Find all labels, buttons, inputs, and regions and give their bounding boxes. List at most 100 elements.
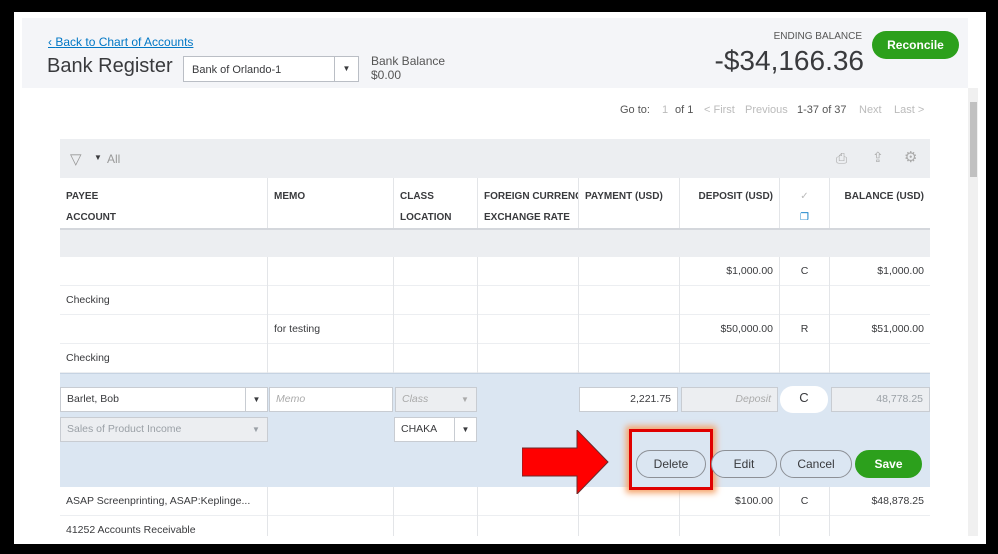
filter-icon[interactable]: ▽ [70,150,82,168]
cell-empty [478,344,579,373]
gear-icon[interactable]: ⚙ [904,148,917,166]
last-link[interactable]: Last > [894,104,924,116]
filter-value[interactable]: All [107,152,120,166]
cancel-button[interactable]: Cancel [780,450,852,478]
cell-empty [394,315,478,344]
col-class[interactable]: CLASS LOCATION [394,178,478,228]
cell-empty [780,516,830,536]
table-row[interactable]: Checking [60,344,930,373]
page-input[interactable]: 1 [662,104,668,116]
cell-empty [579,344,680,373]
cell-empty [579,286,680,315]
account-select[interactable]: Bank of Orlando-1 ▼ [183,56,359,82]
col-deposit[interactable]: DEPOSIT (USD) [680,178,780,228]
cell-empty [780,286,830,315]
table-row[interactable]: 41252 Accounts Receivable [60,516,930,536]
export-icon[interactable]: ⇪ [872,149,884,166]
cell-empty [830,516,930,536]
reconcile-button[interactable]: Reconcile [872,31,959,59]
cell-empty [579,257,680,286]
deposit-field[interactable]: Deposit [681,387,778,412]
table-toolbar: ▽ ▼ All ⎙ ⇪ ⚙ [60,139,930,178]
cell-empty [780,344,830,373]
cell-empty [478,315,579,344]
cell-memo [268,257,394,286]
ending-balance: -$34,166.36 [714,45,864,76]
ending-balance-label: ENDING BALANCE [773,31,862,42]
cell-empty [394,516,478,536]
cell-status: C [780,487,830,516]
chevron-down-icon[interactable]: ▼ [245,388,267,411]
cell-empty [478,257,579,286]
chevron-down-icon: ▼ [461,395,469,404]
cell-empty [478,516,579,536]
delete-button[interactable]: Delete [636,450,706,478]
cell-status: R [780,315,830,344]
scrollbar-thumb[interactable] [970,102,977,177]
chevron-down-icon: ▼ [252,425,260,434]
bank-register-page: ‹ Back to Chart of Accounts Bank Registe… [22,18,978,536]
copy-icon[interactable]: ❐ [786,207,823,228]
cell-balance: $51,000.00 [871,323,924,335]
status-toggle[interactable]: C [780,386,828,413]
cell-empty [394,286,478,315]
cell-memo [268,487,394,516]
payment-field[interactable]: 2,221.75 [579,387,678,412]
location-field[interactable]: CHAKA ▼ [394,417,477,442]
cell-payee [60,315,268,344]
cell-empty [680,344,780,373]
blank-row [60,228,930,257]
next-link[interactable]: Next [859,104,882,116]
cell-empty [830,344,930,373]
col-status[interactable]: ✓ ❐ [780,178,830,228]
cell-account: Checking [60,344,268,373]
account-field[interactable]: Sales of Product Income ▼ [60,417,268,442]
chevron-down-icon[interactable]: ▼ [454,418,476,441]
back-link[interactable]: ‹ Back to Chart of Accounts [48,35,193,49]
cell-account: 41252 Accounts Receivable [60,516,268,536]
cell-status: C [780,257,830,286]
cell-empty [394,344,478,373]
cell-balance: $48,878.25 [871,495,924,507]
first-link[interactable]: < First [704,104,735,116]
cell-deposit: $1,000.00 [680,257,780,286]
col-foreign-currency[interactable]: FOREIGN CURRENCY EXCHANGE RATE [478,178,579,228]
cell-empty [830,286,930,315]
page-title: Bank Register [47,55,173,77]
cell-balance: $1,000.00 [877,265,924,277]
goto-label: Go to: [620,104,650,116]
cell-empty [268,344,394,373]
cell-payee: ASAP Screenprinting, ASAP:Keplinge... [60,487,268,516]
cell-empty [680,516,780,536]
save-button[interactable]: Save [855,450,922,478]
cell-deposit: $50,000.00 [680,315,780,344]
cell-payee [60,257,268,286]
payee-field[interactable]: Barlet, Bob ▼ [60,387,268,412]
caret-down-icon[interactable]: ▼ [94,153,102,162]
bank-balance: Bank Balance $0.00 [371,54,446,82]
cell-empty [268,286,394,315]
page-count: of 1 [675,104,694,116]
cell-empty [478,286,579,315]
col-payee[interactable]: PAYEE ACCOUNT [60,178,268,228]
table-row[interactable]: Checking [60,286,930,315]
class-field[interactable]: Class ▼ [395,387,477,412]
cell-empty [394,257,478,286]
print-icon[interactable]: ⎙ [836,150,847,167]
memo-field[interactable]: Memo [269,387,393,412]
range-text: 1-37 of 37 [797,104,847,116]
col-payment[interactable]: PAYMENT (USD) [579,178,680,228]
col-balance[interactable]: BALANCE (USD) [830,178,930,228]
red-arrow-annotation [522,430,609,494]
edit-button[interactable]: Edit [711,450,777,478]
table-row[interactable]: ASAP Screenprinting, ASAP:Keplinge... $10… [60,487,930,516]
table-row[interactable]: for testing $50,000.00 R $51,000.00 [60,315,930,344]
previous-link[interactable]: Previous [745,104,788,116]
table-row[interactable]: $1,000.00 C $1,000.00 [60,257,930,286]
col-memo[interactable]: MEMO [268,178,394,228]
cell-empty [680,286,780,315]
cell-empty [268,516,394,536]
balance-field: 48,778.25 [831,387,930,412]
cell-empty [579,516,680,536]
chevron-down-icon: ▼ [334,57,358,81]
